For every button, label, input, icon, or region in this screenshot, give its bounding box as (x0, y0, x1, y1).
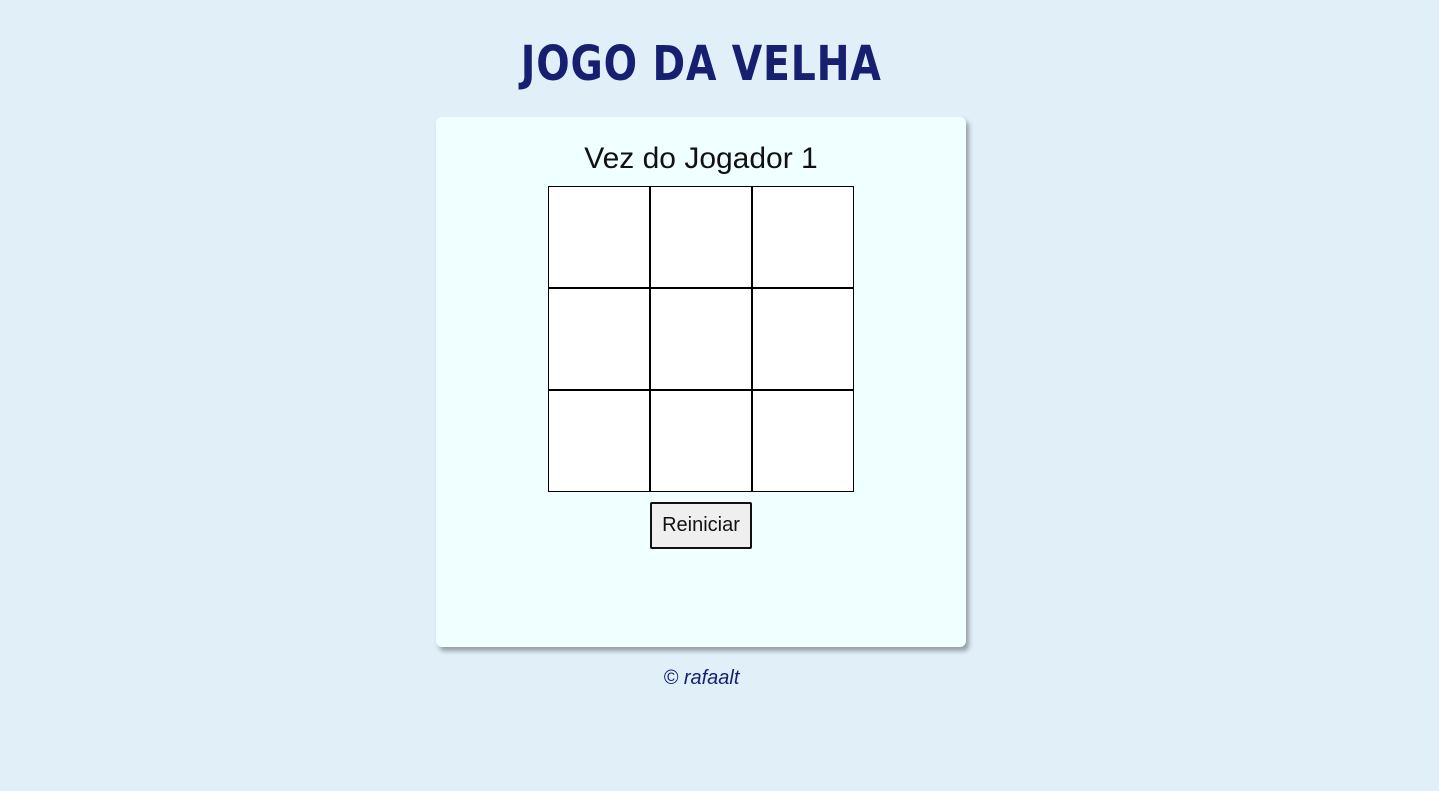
game-board (548, 186, 854, 492)
board-cell-7[interactable] (548, 390, 650, 492)
board-cell-6[interactable] (752, 288, 854, 390)
page-title: JOGO DA VELHA (520, 36, 882, 92)
restart-button[interactable]: Reiniciar (650, 502, 752, 549)
board-cell-1[interactable] (548, 186, 650, 288)
board-cell-5[interactable] (650, 288, 752, 390)
turn-status: Vez do Jogador 1 (584, 142, 818, 175)
game-card: Vez do Jogador 1 Reiniciar (436, 117, 966, 647)
footer-credit: © rafaalt (663, 667, 740, 689)
board-cell-4[interactable] (548, 288, 650, 390)
board-cell-8[interactable] (650, 390, 752, 492)
board-cell-2[interactable] (650, 186, 752, 288)
board-cell-9[interactable] (752, 390, 854, 492)
board-cell-3[interactable] (752, 186, 854, 288)
